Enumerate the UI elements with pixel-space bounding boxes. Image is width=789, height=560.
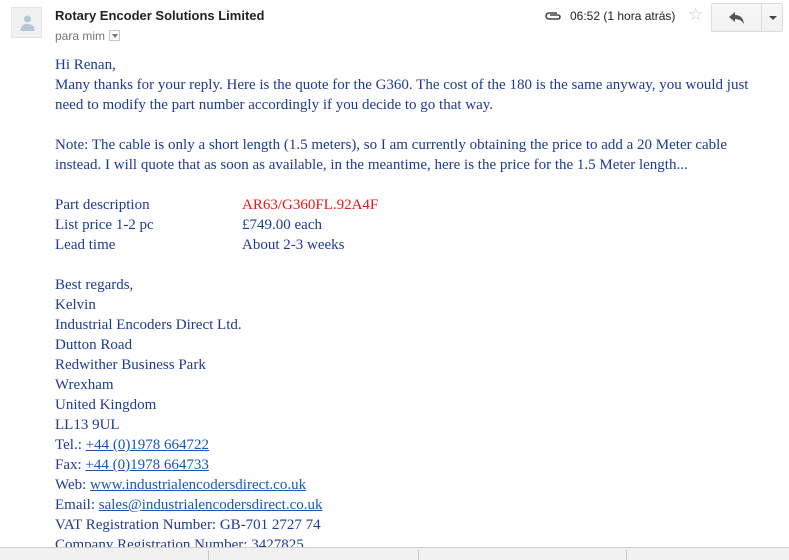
address-line: Wrexham <box>55 377 114 393</box>
email-label: Email: <box>55 497 95 513</box>
message-header: Rotary Encoder Solutions Limited para mi… <box>0 0 789 50</box>
sender-name[interactable]: Rotary Encoder Solutions Limited <box>55 8 264 23</box>
fax-link[interactable]: +44 (0)1978 664733 <box>85 457 208 473</box>
paperclip-icon <box>545 12 561 20</box>
fax-label: Fax: <box>55 457 82 473</box>
web-label: Web: <box>55 477 87 493</box>
lead-time-value: About 2-3 weeks <box>242 237 345 253</box>
part-number: AR63/G360FL.92A4F <box>242 197 379 213</box>
paragraph-note: Note: The cable is only a short length (… <box>55 137 728 173</box>
quote-row-part: Part description AR63/G360FL.92A4F <box>55 195 775 215</box>
details-dropdown-icon[interactable] <box>109 30 121 41</box>
divider <box>208 550 209 560</box>
email-link[interactable]: sales@industrialencodersdirect.co.uk <box>99 497 323 513</box>
paragraph-reply: Many thanks for your reply. Here is the … <box>55 77 749 113</box>
email-line: Email: sales@industrialencodersdirect.co… <box>55 495 775 515</box>
message-body: Hi Renan, Many thanks for your reply. He… <box>55 55 775 555</box>
quote-label: Lead time <box>55 237 116 253</box>
address-line: Redwither Business Park <box>55 357 206 373</box>
tel-label: Tel.: <box>55 437 82 453</box>
tel-link[interactable]: +44 (0)1978 664722 <box>86 437 209 453</box>
person-icon <box>20 15 35 31</box>
address-line: Dutton Road <box>55 337 133 353</box>
quote-label: Part description <box>55 197 150 213</box>
bottom-toolbar <box>0 547 789 560</box>
recipient-line: para mim <box>55 29 121 43</box>
price-value: £749.00 each <box>242 217 322 233</box>
avatar[interactable] <box>11 7 42 38</box>
divider <box>626 550 627 560</box>
signature-closing: Best regards, <box>55 277 134 293</box>
quote-row-lead-time: Lead time About 2-3 weeks <box>55 235 775 255</box>
more-options-button[interactable] <box>761 3 783 32</box>
address-line: United Kingdom <box>55 397 157 413</box>
tel-line: Tel.: +44 (0)1978 664722 <box>55 435 775 455</box>
star-icon[interactable]: ☆ <box>688 5 703 25</box>
web-line: Web: www.industrialencodersdirect.co.uk <box>55 475 775 495</box>
signature-company: Industrial Encoders Direct Ltd. <box>55 317 242 333</box>
fax-line: Fax: +44 (0)1978 664733 <box>55 455 775 475</box>
reply-button[interactable] <box>711 3 762 32</box>
timestamp[interactable]: 06:52 (1 hora atrás) <box>570 9 675 23</box>
divider <box>418 550 419 560</box>
quote-label: List price 1-2 pc <box>55 217 154 233</box>
address-line: LL13 9UL <box>55 417 120 433</box>
signature-name: Kelvin <box>55 297 96 313</box>
reply-icon <box>729 12 744 24</box>
website-link[interactable]: www.industrialencodersdirect.co.uk <box>90 477 306 493</box>
vat-number: VAT Registration Number: GB-701 2727 74 <box>55 517 321 533</box>
greeting: Hi Renan, <box>55 57 116 73</box>
quote-row-price: List price 1-2 pc £749.00 each <box>55 215 775 235</box>
recipient-label: para mim <box>55 29 106 43</box>
